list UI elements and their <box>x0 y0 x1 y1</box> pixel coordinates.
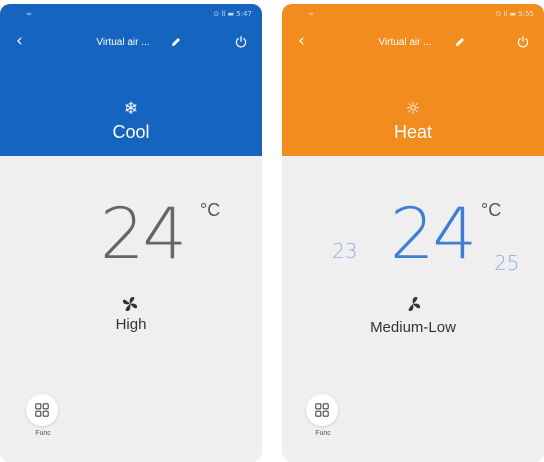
device-title: Virtual air ... <box>378 37 432 48</box>
power-icon[interactable] <box>516 35 530 49</box>
status-bar: ≈ ⊙ 𝗅𝗅 ▬ 5:47 <box>0 10 262 22</box>
cool-mode-screen: ≈ ⊙ 𝗅𝗅 ▬ 5:47 ‹ Virtual air ... ❄ Cool 2… <box>0 4 262 462</box>
temperature-unit: °C <box>200 200 221 220</box>
power-icon[interactable] <box>234 35 248 49</box>
title-bar: ‹ Virtual air ... <box>0 32 262 52</box>
snowflake-icon: ❄ <box>123 99 139 119</box>
func-label: Func <box>315 430 331 437</box>
mode-header-panel: ≈ ⊙ 𝗅𝗅 ▬ 5:55 ‹ Virtual air ... ☼ Heat <box>282 4 544 156</box>
current-temperature: 24 <box>100 193 187 275</box>
func-button[interactable] <box>306 394 338 426</box>
sun-icon: ☼ <box>405 99 421 119</box>
mode-label[interactable]: Heat <box>282 122 544 142</box>
temperature-unit: °C <box>481 200 502 220</box>
title-bar: ‹ Virtual air ... <box>282 32 544 52</box>
status-left: ≈ <box>308 10 314 18</box>
device-title: Virtual air ... <box>96 37 150 48</box>
temperature-decrease[interactable]: 23 <box>332 240 357 262</box>
temperature-increase[interactable]: 25 <box>494 252 519 274</box>
mode-header-panel: ≈ ⊙ 𝗅𝗅 ▬ 5:47 ‹ Virtual air ... ❄ Cool <box>0 4 262 156</box>
grid-icon <box>35 403 49 417</box>
fan-speed-label[interactable]: High <box>0 316 262 334</box>
status-right: ⊙ 𝗅𝗅 ▬ 5:47 <box>213 10 252 18</box>
fan-icon <box>408 296 421 312</box>
func-button[interactable] <box>26 394 58 426</box>
edit-pencil-icon[interactable] <box>454 36 466 48</box>
current-temperature: 24 <box>390 193 477 275</box>
status-left: ≈ <box>26 10 32 18</box>
fan-icon <box>122 296 138 312</box>
status-right: ⊙ 𝗅𝗅 ▬ 5:55 <box>495 10 534 18</box>
fan-speed-label[interactable]: Medium-Low <box>282 319 544 337</box>
grid-icon <box>315 403 329 417</box>
heat-mode-screen: ≈ ⊙ 𝗅𝗅 ▬ 5:55 ‹ Virtual air ... ☼ Heat 2… <box>282 4 544 462</box>
func-label: Func <box>35 430 51 437</box>
edit-pencil-icon[interactable] <box>170 36 182 48</box>
status-bar: ≈ ⊙ 𝗅𝗅 ▬ 5:55 <box>282 10 544 22</box>
mode-label[interactable]: Cool <box>0 122 262 142</box>
